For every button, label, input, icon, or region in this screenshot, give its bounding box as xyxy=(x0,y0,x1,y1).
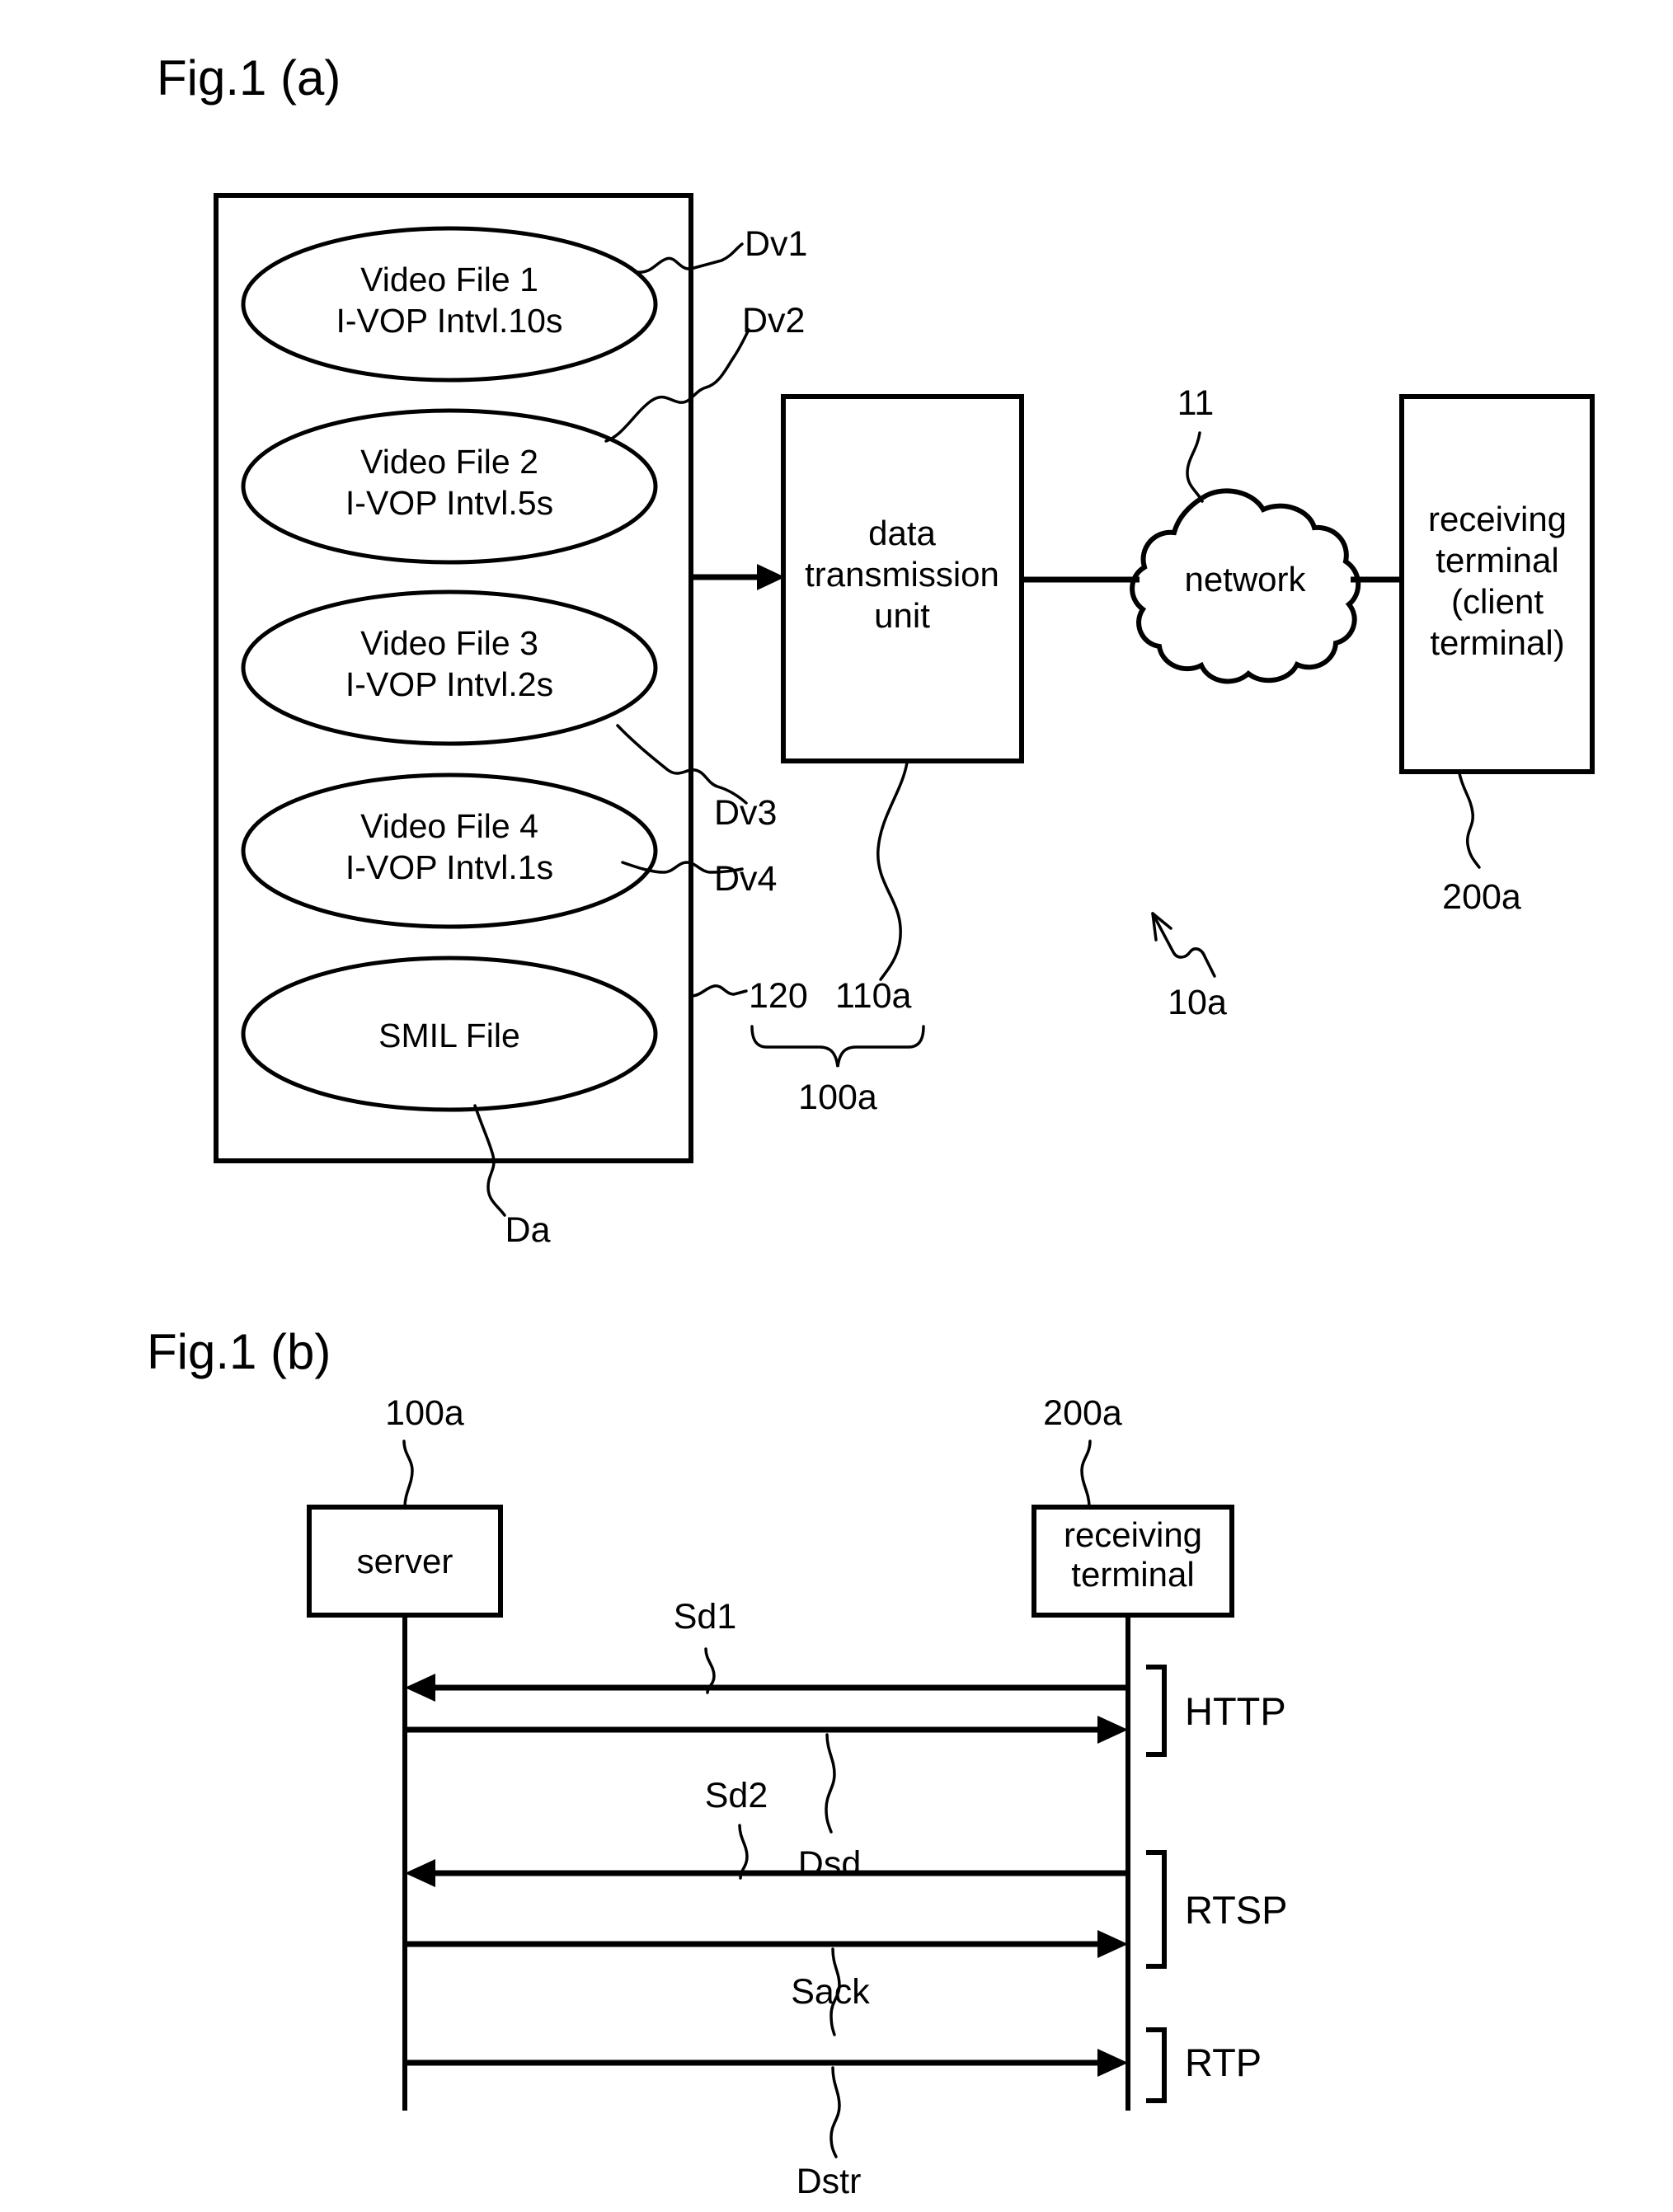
rtsp-bracket-shape xyxy=(1146,1850,1167,1969)
fig1b-ref-200a-label: 200a xyxy=(1043,1393,1122,1433)
patent-drawing-canvas: Fig.1 (a) Video File 1 I-VOP Intvl.10s V… xyxy=(147,50,1595,2201)
message-sd2-arrowhead xyxy=(405,1859,435,1887)
ref-200a-label: 200a xyxy=(1442,877,1521,917)
ref-110a-label: 110a xyxy=(835,976,912,1016)
ref-200a-leader-line xyxy=(1458,772,1481,869)
ref-100a-brace xyxy=(750,1025,925,1068)
ref-110a-leader-line xyxy=(876,761,909,981)
video-file-4-node: Video File 4 I-VOP Intvl.1s xyxy=(241,773,658,929)
network-cloud-node: network xyxy=(1130,488,1361,684)
message-dstr-arrowhead xyxy=(1097,2049,1128,2077)
message-dstr: Dstr xyxy=(405,2049,1128,2201)
da-reference-label: Da xyxy=(505,1210,551,1250)
video-file-4-name: Video File 4 xyxy=(360,807,538,845)
video-file-4-interval: I-VOP Intvl.1s xyxy=(345,848,553,886)
video-file-3-node: Video File 3 I-VOP Intvl.2s xyxy=(241,589,658,746)
ref-100a-label: 100a xyxy=(798,1078,877,1117)
fig1b-ref-100a-label: 100a xyxy=(385,1393,464,1433)
video-file-3-interval: I-VOP Intvl.2s xyxy=(345,665,553,703)
message-sd2: Sd2 xyxy=(405,1776,1128,1887)
dtu-label-line1: data xyxy=(868,514,936,552)
message-sd2-leader xyxy=(738,1824,749,1880)
message-dstr-leader xyxy=(829,2066,841,2158)
ref-10a-arrowhead xyxy=(1151,912,1173,942)
server-actor-node: server xyxy=(307,1505,503,2111)
receiving-terminal-actor-node: receiving terminal xyxy=(1032,1505,1234,2111)
figure-1b: Fig.1 (b) server 100a receiving terminal… xyxy=(147,1324,1288,2201)
figure-1b-title: Fig.1 (b) xyxy=(147,1324,331,1379)
storage-to-dtu-arrowhead xyxy=(757,564,785,590)
server-label: server xyxy=(357,1542,453,1580)
video-file-2-node: Video File 2 I-VOP Intvl.5s xyxy=(241,408,658,565)
receiving-terminal-node: receiving terminal (client terminal) xyxy=(1399,394,1595,774)
ref-120-leader-line xyxy=(689,984,748,998)
fig1b-ref-200a-leader xyxy=(1080,1439,1092,1509)
dv2-reference-label: Dv2 xyxy=(742,301,805,340)
message-sd2-label: Sd2 xyxy=(705,1776,768,1815)
message-dsd-leader xyxy=(825,1733,836,1834)
rtp-bracket-shape xyxy=(1146,2027,1167,2103)
ref-10a-pointer-group: 10a xyxy=(1151,912,1227,1022)
rtsp-bracket-label: RTSP xyxy=(1185,1888,1288,1932)
message-sack-label: Sack xyxy=(791,1972,870,2012)
message-sack-arrowhead xyxy=(1097,1930,1128,1958)
video-file-1-name: Video File 1 xyxy=(360,261,538,298)
dtu-label-line3: unit xyxy=(874,596,930,635)
message-dsd-arrowhead xyxy=(1097,1716,1128,1744)
smil-file-node: SMIL File xyxy=(241,956,658,1112)
receiving-terminal-line1: receiving xyxy=(1428,500,1567,538)
http-bracket-shape xyxy=(1146,1665,1167,1757)
message-sd1-label: Sd1 xyxy=(674,1597,737,1637)
video-file-1-node: Video File 1 I-VOP Intvl.10s xyxy=(241,226,658,383)
message-sd1: Sd1 xyxy=(405,1597,1128,1702)
fig1b-ref-100a-leader xyxy=(402,1439,414,1509)
message-dsd-label: Dsd xyxy=(798,1844,861,1884)
dv4-reference-label: Dv4 xyxy=(714,859,777,899)
message-dstr-label: Dstr xyxy=(797,2162,862,2201)
storage-to-dtu-arrow xyxy=(691,564,785,590)
receiving-terminal-line2: terminal xyxy=(1436,541,1558,580)
protocol-bracket-rtp: RTP xyxy=(1146,2027,1262,2103)
protocol-bracket-http: HTTP xyxy=(1146,1665,1286,1757)
dv3-reference-label: Dv3 xyxy=(714,793,777,833)
video-file-2-interval: I-VOP Intvl.5s xyxy=(345,484,553,522)
network-label: network xyxy=(1184,560,1306,599)
smil-file-name: SMIL File xyxy=(378,1017,520,1054)
video-file-3-name: Video File 3 xyxy=(360,624,538,662)
ref-11-label: 11 xyxy=(1177,383,1215,423)
rtp-bracket-label: RTP xyxy=(1185,2041,1262,2084)
dv1-reference-label: Dv1 xyxy=(745,224,807,264)
patent-figure-page: Fig.1 (a) Video File 1 I-VOP Intvl.10s V… xyxy=(0,0,1673,2212)
receiving-terminal-b-line2: terminal xyxy=(1071,1555,1194,1594)
data-transmission-unit-node: data transmission unit xyxy=(781,394,1024,763)
http-bracket-label: HTTP xyxy=(1185,1689,1286,1733)
message-sd1-arrowhead xyxy=(405,1674,435,1702)
protocol-bracket-rtsp: RTSP xyxy=(1146,1850,1288,1969)
ref-10a-label: 10a xyxy=(1168,983,1227,1022)
dtu-label-line2: transmission xyxy=(805,555,999,594)
ref-120-label: 120 xyxy=(749,976,808,1016)
video-file-1-interval: I-VOP Intvl.10s xyxy=(336,302,563,340)
video-file-2-name: Video File 2 xyxy=(360,443,538,481)
ref-11-leader-line xyxy=(1186,431,1204,503)
figure-1a-title: Fig.1 (a) xyxy=(157,50,341,106)
ref-100a-brace-group: 100a xyxy=(750,1025,925,1117)
receiving-terminal-b-line1: receiving xyxy=(1064,1515,1202,1554)
message-sack: Sack xyxy=(405,1930,1128,2036)
figure-1a: Fig.1 (a) Video File 1 I-VOP Intvl.10s V… xyxy=(157,50,1595,1250)
receiving-terminal-line4: terminal) xyxy=(1430,623,1564,662)
receiving-terminal-line3: (client xyxy=(1451,582,1544,621)
